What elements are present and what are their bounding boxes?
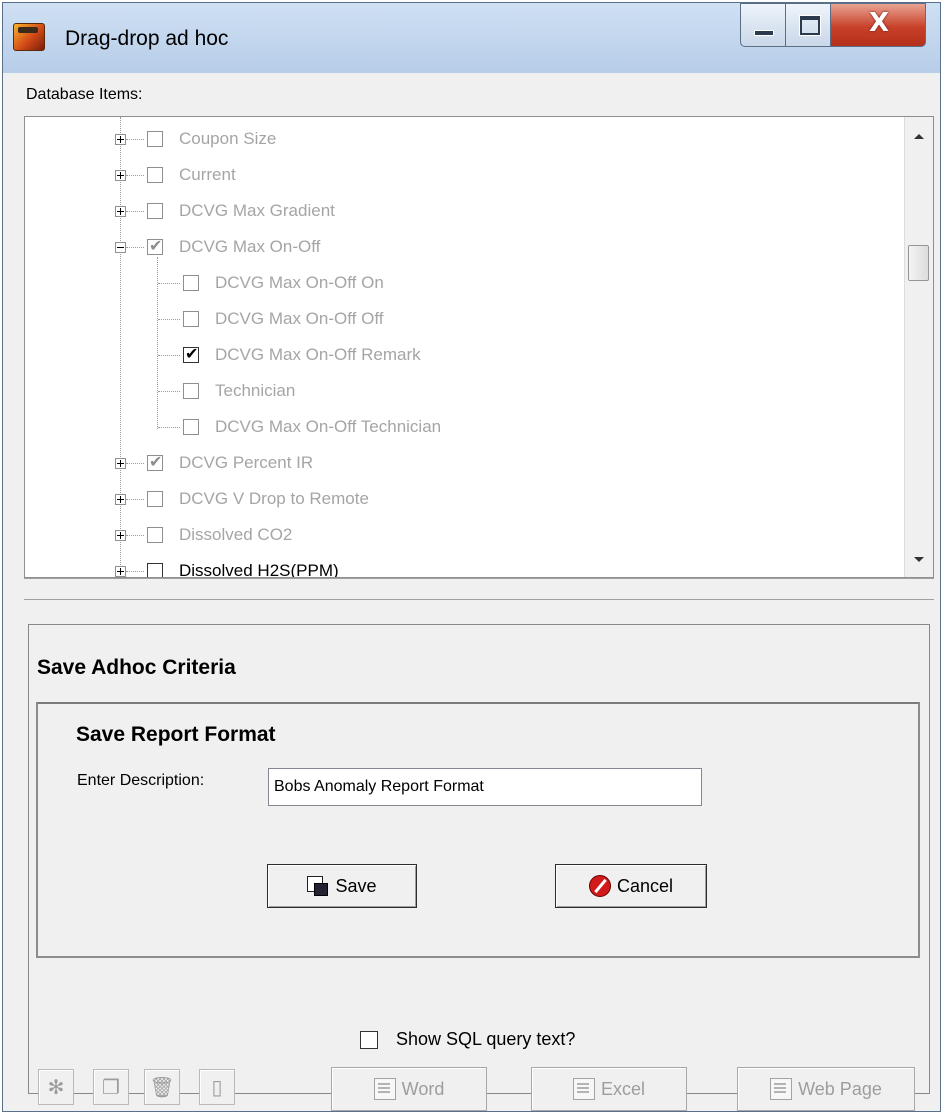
show-sql-label: Show SQL query text?	[396, 1029, 576, 1049]
title-bar[interactable]: Drag-drop ad hoc X	[3, 3, 940, 73]
tree-item-label: Current	[179, 165, 236, 184]
tree-checkbox[interactable]	[147, 563, 163, 577]
save-icon	[307, 876, 329, 896]
maximize-icon	[800, 16, 820, 35]
save-adhoc-criteria-title: Save Adhoc Criteria	[37, 656, 236, 679]
tree-checkbox[interactable]	[147, 491, 163, 507]
tree-item-dcvg-percent-ir[interactable]: DCVG Percent IR	[25, 447, 905, 479]
tree-item-label: DCVG Max On-Off On	[215, 273, 384, 292]
tree-item-label: DCVG Percent IR	[179, 453, 314, 472]
tree-item-label: DCVG Max On-Off	[179, 237, 321, 256]
description-label: Enter Description:	[77, 772, 205, 789]
tree-item-dcvg-max-on-off-on[interactable]: DCVG Max On-Off On	[25, 267, 905, 299]
cancel-button-label: Cancel	[616, 875, 674, 896]
tree-checkbox[interactable]	[147, 452, 163, 471]
expand-toggle[interactable]	[115, 566, 126, 577]
tree-checkbox[interactable]	[147, 236, 163, 255]
copy-button[interactable]: ❐	[93, 1069, 129, 1105]
webpage-export-button[interactable]: Web Page	[737, 1067, 915, 1111]
scroll-up-arrow-icon[interactable]	[914, 134, 924, 139]
expand-toggle[interactable]	[115, 494, 126, 505]
tree-checkbox[interactable]	[147, 131, 163, 147]
expand-toggle[interactable]	[115, 134, 126, 145]
minimize-icon	[754, 30, 774, 36]
show-sql-checkbox[interactable]	[360, 1031, 378, 1049]
word-button-label: Word	[401, 1078, 445, 1099]
scroll-down-arrow-icon[interactable]	[914, 557, 924, 562]
excel-export-button[interactable]: Excel	[531, 1067, 687, 1111]
tree-checkbox[interactable]	[147, 203, 163, 219]
blank-page-button[interactable]: ▯	[199, 1069, 235, 1105]
expand-toggle[interactable]	[115, 170, 126, 181]
tree-item-coupon-size[interactable]: Coupon Size	[25, 123, 905, 155]
collapse-toggle[interactable]	[115, 242, 126, 253]
excel-button-label: Excel	[600, 1078, 645, 1099]
tree-item-dcvg-max-on-off-off[interactable]: DCVG Max On-Off Off	[25, 303, 905, 335]
maximize-button[interactable]	[785, 3, 831, 47]
expand-toggle[interactable]	[115, 206, 126, 217]
save-button-label: Save	[335, 875, 377, 896]
description-input[interactable]	[268, 768, 702, 806]
panel-splitter[interactable]	[24, 578, 934, 600]
delete-button[interactable]: 🗑	[144, 1069, 180, 1105]
tree-item-label: Dissolved H2S(PPM)	[179, 561, 339, 578]
delete-icon: 🗑	[149, 1075, 175, 1099]
window-title: Drag-drop ad hoc	[65, 27, 229, 50]
expand-toggle[interactable]	[115, 530, 126, 541]
tree-checkbox[interactable]	[183, 275, 199, 291]
tree-item-label: DCVG Max On-Off Off	[215, 309, 384, 328]
cancel-icon	[588, 875, 611, 897]
tree-item-dcvg-v-drop-to-remote[interactable]: DCVG V Drop to Remote	[25, 483, 905, 515]
tree-item-label: Dissolved CO2	[179, 525, 293, 544]
tree-item-label: DCVG V Drop to Remote	[179, 489, 369, 508]
tree-checkbox[interactable]	[147, 527, 163, 543]
document-icon	[572, 1078, 595, 1100]
tree-checkbox[interactable]	[147, 167, 163, 183]
tree-item-dissolved-h2s[interactable]: Dissolved H2S(PPM)	[25, 555, 905, 578]
tree-scrollbar[interactable]	[904, 117, 933, 577]
database-items-tree[interactable]: Coupon Size Current DCVG Max Gradient DC…	[24, 116, 934, 578]
tree-checkbox[interactable]	[183, 311, 199, 327]
save-report-format-title: Save Report Format	[76, 723, 276, 746]
cancel-button[interactable]: Cancel	[555, 864, 707, 908]
close-icon: X	[868, 8, 890, 38]
webpage-button-label: Web Page	[798, 1078, 882, 1099]
minimize-button[interactable]	[740, 3, 786, 47]
tree-item-technician[interactable]: Technician	[25, 375, 905, 407]
copy-icon: ❐	[102, 1075, 120, 1099]
tree-item-dcvg-max-gradient[interactable]: DCVG Max Gradient	[25, 195, 905, 227]
tree-item-dissolved-co2[interactable]: Dissolved CO2	[25, 519, 905, 551]
app-icon[interactable]	[13, 23, 45, 51]
close-button[interactable]: X	[830, 3, 926, 47]
tree-checkbox[interactable]	[183, 383, 199, 399]
tree-item-dcvg-max-on-off[interactable]: DCVG Max On-Off	[25, 231, 905, 263]
blank-page-icon: ▯	[211, 1075, 223, 1099]
tree-checkbox[interactable]	[183, 344, 199, 363]
tree-item-dcvg-max-on-off-remark[interactable]: DCVG Max On-Off Remark	[25, 339, 905, 371]
database-items-label: Database Items:	[26, 86, 143, 103]
document-icon	[770, 1078, 793, 1100]
tree-item-current[interactable]: Current	[25, 159, 905, 191]
tree-item-label: DCVG Max Gradient	[179, 201, 335, 220]
scroll-thumb[interactable]	[908, 245, 929, 281]
tree-item-label: Coupon Size	[179, 129, 277, 148]
tree-item-label: DCVG Max On-Off Remark	[215, 345, 421, 364]
word-export-button[interactable]: Word	[331, 1067, 487, 1111]
expand-toggle[interactable]	[115, 458, 126, 469]
tree-item-label: DCVG Max On-Off Technician	[215, 417, 442, 436]
document-icon	[373, 1078, 396, 1100]
tree-checkbox[interactable]	[183, 419, 199, 435]
tree-item-dcvg-max-on-off-technician[interactable]: DCVG Max On-Off Technician	[25, 411, 905, 443]
tree-item-label: Technician	[215, 381, 296, 400]
save-button[interactable]: Save	[267, 864, 417, 908]
clear-icon: ✻	[47, 1075, 65, 1099]
clear-button[interactable]: ✻	[38, 1069, 74, 1105]
